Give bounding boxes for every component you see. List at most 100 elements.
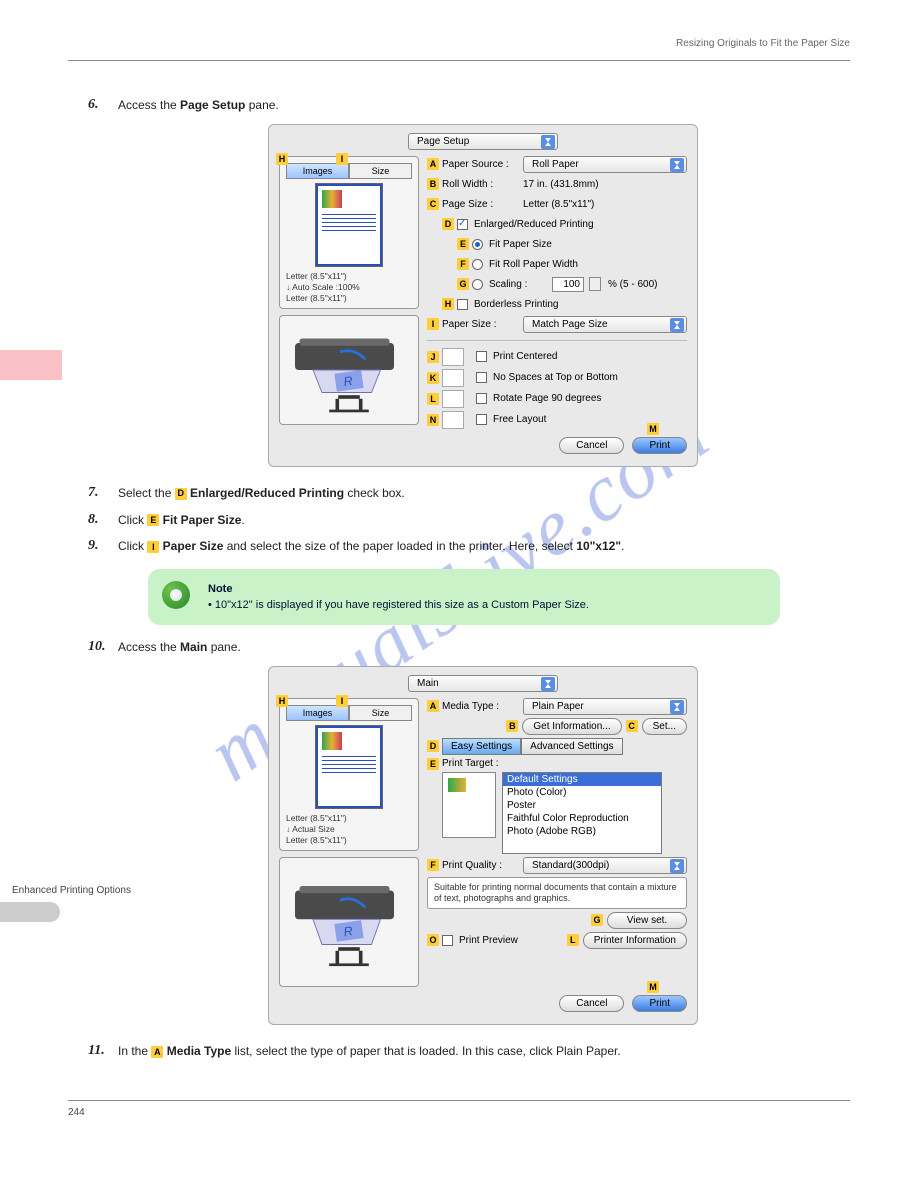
letter-n: N — [427, 414, 439, 426]
easy-settings-tab[interactable]: Easy Settings — [442, 738, 521, 755]
list-item[interactable]: Default Settings — [503, 773, 661, 786]
cancel-button[interactable]: Cancel — [559, 995, 624, 1012]
chevron-updown-icon — [670, 859, 684, 873]
print-preview-checkbox[interactable] — [442, 935, 453, 946]
letter-h: H — [442, 298, 454, 310]
letter-b: B — [506, 720, 518, 732]
print-centered-checkbox[interactable] — [476, 351, 487, 362]
footer-rule — [68, 1100, 850, 1101]
list-item[interactable]: Poster — [503, 799, 661, 812]
view-set-button[interactable]: View set. — [607, 912, 687, 929]
rotate-icon — [442, 390, 464, 408]
paper-size-dropdown[interactable]: Match Page Size — [523, 316, 687, 333]
printer-illustration: R — [279, 315, 419, 425]
list-item[interactable]: Photo (Adobe RGB) — [503, 825, 661, 838]
side-pill — [0, 902, 60, 922]
tab-images[interactable]: Images — [286, 163, 349, 179]
cancel-button[interactable]: Cancel — [559, 437, 624, 454]
list-item[interactable]: Photo (Color) — [503, 786, 661, 799]
printer-information-button[interactable]: Printer Information — [583, 932, 687, 949]
advanced-settings-tab[interactable]: Advanced Settings — [521, 738, 622, 755]
letter-i: I — [336, 153, 348, 165]
letter-a: A — [427, 158, 439, 170]
letter-d: D — [442, 218, 454, 230]
target-thumbnail — [442, 772, 496, 838]
list-item[interactable]: Faithful Color Reproduction — [503, 812, 661, 825]
letter-l: L — [567, 934, 579, 946]
enlarged-reduced-checkbox[interactable] — [457, 219, 468, 230]
print-button[interactable]: Print — [632, 995, 687, 1012]
borderless-checkbox[interactable] — [457, 299, 468, 310]
svg-text:R: R — [343, 374, 354, 389]
letter-a: A — [427, 700, 439, 712]
print-centered-icon — [442, 348, 464, 366]
step-8: 8. Click E Fit Paper Size. — [88, 512, 850, 529]
tab-size[interactable]: Size — [349, 163, 412, 179]
letter-f: F — [427, 859, 439, 871]
letter-o: O — [427, 934, 439, 946]
letter-m: M — [647, 981, 659, 993]
header-right: Resizing Originals to Fit the Paper Size — [676, 38, 850, 49]
document-thumbnail — [315, 725, 383, 809]
step-text: Access the Page Setup pane. — [118, 97, 279, 114]
step-11: 11. In the A Media Type list, select the… — [88, 1043, 850, 1060]
preview-panel: H I Images Size Letter (8.5"x11") ↓ Actu… — [279, 698, 419, 851]
printer-illustration: R — [279, 857, 419, 987]
scaling-radio[interactable] — [472, 279, 483, 290]
svg-text:R: R — [343, 924, 354, 939]
description-box: Suitable for printing normal documents t… — [427, 877, 687, 909]
section-tab-marker — [0, 350, 62, 380]
chevron-updown-icon — [541, 677, 555, 691]
tab-size[interactable]: Size — [349, 705, 412, 721]
fit-roll-width-radio[interactable] — [472, 259, 483, 270]
printer-icon: R — [286, 322, 412, 418]
step-number: 6. — [88, 97, 108, 113]
scaling-stepper[interactable] — [589, 277, 601, 291]
letter-i: I — [427, 318, 439, 330]
letter-c: C — [427, 198, 439, 210]
letter-i: I — [336, 695, 348, 707]
chevron-updown-icon — [670, 158, 684, 172]
print-quality-dropdown[interactable]: Standard(300dpi) — [523, 857, 687, 874]
letter-l: L — [427, 393, 439, 405]
letter-d: D — [427, 740, 439, 752]
chevron-updown-icon — [670, 318, 684, 332]
preview-panel: H I Images Size Letter (8.5"x11") ↓ Auto… — [279, 156, 419, 309]
print-target-listbox[interactable]: Default Settings Photo (Color) Poster Fa… — [502, 772, 662, 854]
letter-e: E — [427, 758, 439, 770]
page-setup-dialog: Page Setup H I Images Size Letter (8.5"x… — [268, 124, 698, 467]
step-6: 6. Access the Page Setup pane. — [88, 97, 850, 114]
document-thumbnail — [315, 183, 383, 267]
tab-images[interactable]: Images — [286, 705, 349, 721]
free-layout-checkbox[interactable] — [476, 414, 487, 425]
letter-m: M — [647, 423, 659, 435]
set-button[interactable]: Set... — [642, 718, 687, 735]
free-layout-icon — [442, 411, 464, 429]
main-dialog: Main H I Images Size Letter (8.5"x11") ↓… — [268, 666, 698, 1025]
letter-b: B — [427, 178, 439, 190]
header-rule — [68, 60, 850, 61]
media-type-dropdown[interactable]: Plain Paper — [523, 698, 687, 715]
pane-selector-main[interactable]: Main — [408, 675, 558, 692]
rotate-90-checkbox[interactable] — [476, 393, 487, 404]
get-information-button[interactable]: Get Information... — [522, 718, 621, 735]
page-number: 244 — [68, 1107, 850, 1118]
print-button[interactable]: Print — [632, 437, 687, 454]
letter-j: J — [427, 351, 439, 363]
paper-source-dropdown[interactable]: Roll Paper — [523, 156, 687, 173]
no-spaces-icon — [442, 369, 464, 387]
fit-paper-size-radio[interactable] — [472, 239, 483, 250]
scaling-input[interactable]: 100 — [552, 277, 584, 292]
printer-icon: R — [286, 864, 412, 980]
letter-g: G — [591, 914, 603, 926]
note-panel: Note • 10"x12" is displayed if you have … — [148, 569, 780, 625]
letter-g: G — [457, 278, 469, 290]
chevron-updown-icon — [670, 700, 684, 714]
letter-c: C — [626, 720, 638, 732]
letter-e: E — [457, 238, 469, 250]
no-spaces-checkbox[interactable] — [476, 372, 487, 383]
letter-h: H — [276, 153, 288, 165]
letter-h: H — [276, 695, 288, 707]
pane-selector[interactable]: Page Setup — [408, 133, 558, 150]
step-9: 9. Click I Paper Size and select the siz… — [88, 538, 850, 555]
